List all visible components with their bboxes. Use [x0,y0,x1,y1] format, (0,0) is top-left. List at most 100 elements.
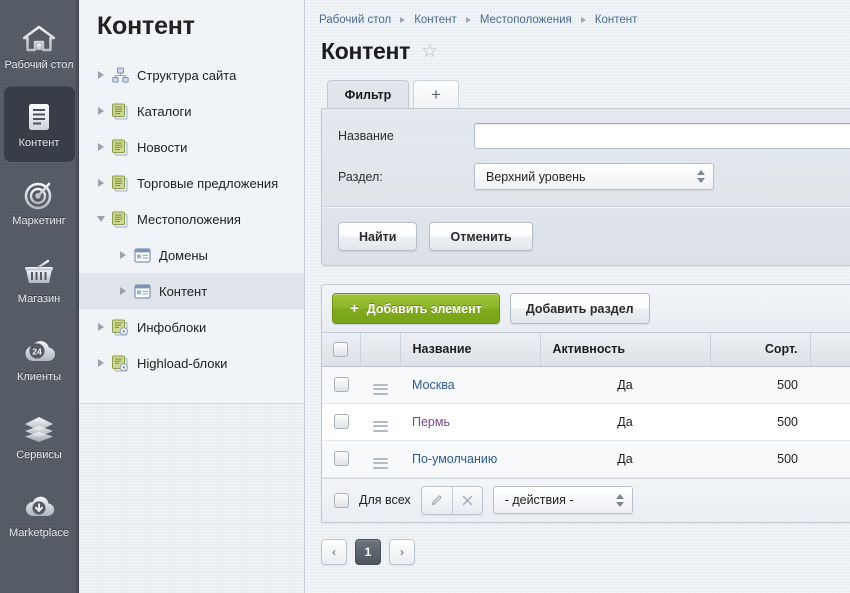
iblock-icon [109,103,131,120]
select-all-header[interactable] [322,333,360,366]
group-actions-value: - действия - [505,493,574,507]
breadcrumb-separator-icon [581,17,586,23]
chevron-right-icon[interactable] [93,143,109,151]
chevron-right-icon[interactable] [115,251,131,259]
page-title: Контент [321,38,410,65]
tree-item-label: Каталоги [137,104,192,119]
breadcrumb-item[interactable]: Контент [595,14,638,26]
rail-item-shop[interactable]: Магазин [4,242,75,318]
select-all-label: Для всех [359,493,411,507]
pagination-page-1[interactable]: 1 [355,539,381,565]
chevron-right-icon[interactable] [115,287,131,295]
drag-handle-icon[interactable] [373,458,388,469]
filter-panel: Фильтр + Название Раздел: Верхний уровен… [321,78,850,266]
tab-filter[interactable]: Фильтр [327,80,409,108]
tree-item-offers[interactable]: Торговые предложения [79,165,304,201]
row-sort-cell: 500 [710,440,810,477]
sitemap-icon [109,67,131,83]
rail-item-label: Магазин [18,293,60,305]
rail-item-content[interactable]: Контент [4,86,75,162]
column-header-active[interactable]: Активность [540,333,710,366]
group-actions-select[interactable]: - действия - [493,486,633,514]
chevron-down-icon[interactable] [93,216,109,222]
row-checkbox[interactable] [334,377,349,392]
row-drag-cell[interactable] [360,366,400,403]
section-select[interactable]: Верхний уровень [474,163,714,190]
tree-item-infoblocks[interactable]: Инфоблоки [79,309,304,345]
main-content: Рабочий стол Контент Местоположения Конт… [305,0,850,593]
chevron-right-icon[interactable] [93,107,109,115]
grid-table: Название Активность Сорт. Москва Да [322,333,850,478]
breadcrumb-item[interactable]: Рабочий стол [319,14,391,26]
pencil-icon[interactable] [422,487,452,514]
tree-item-site-structure[interactable]: Структура сайта [79,57,304,93]
column-header-name[interactable]: Название [400,333,540,366]
add-element-label: Добавить элемент [367,302,482,316]
tree-item-news[interactable]: Новости [79,129,304,165]
tree-item-locations[interactable]: Местоположения [79,201,304,237]
tree-item-content[interactable]: Контент [79,273,304,309]
row-checkbox-cell[interactable] [322,440,360,477]
add-section-button[interactable]: Добавить раздел [510,293,650,324]
add-element-button[interactable]: + Добавить элемент [332,293,500,324]
chevron-right-icon[interactable] [93,359,109,367]
row-checkbox-cell[interactable] [322,403,360,440]
tree-item-domains[interactable]: Домены [79,237,304,273]
chevron-updown-icon [616,494,624,507]
table-row[interactable]: Москва Да 500 [322,366,850,403]
cross-icon[interactable] [452,487,482,514]
star-icon[interactable]: ☆ [421,42,438,61]
drag-handle-icon[interactable] [373,384,388,395]
column-header-extra [810,333,850,366]
search-button[interactable]: Найти [338,222,417,251]
pagination-prev-button[interactable]: ‹ [321,539,347,565]
chevron-right-icon[interactable] [93,71,109,79]
name-input[interactable] [474,123,850,149]
row-name-link[interactable]: Москва [412,378,455,392]
group-action-buttons [421,486,483,515]
rail-item-marketplace[interactable]: Marketplace [4,476,75,552]
filter-field-section: Раздел: Верхний уровень [322,163,850,204]
iblock-icon [109,211,131,228]
select-all-rows-checkbox[interactable] [334,493,349,508]
cloud-download-icon [21,490,57,524]
rail-item-desktop[interactable]: Рабочий стол [4,8,75,84]
tree-item-label: Торговые предложения [137,176,278,191]
column-header-sort[interactable]: Сорт. [710,333,810,366]
breadcrumb-item[interactable]: Контент [414,14,457,26]
row-drag-cell[interactable] [360,403,400,440]
pagination: ‹ 1 › На странице: 20 [321,537,850,567]
list-icon [131,284,153,299]
row-drag-cell[interactable] [360,440,400,477]
chevron-right-icon[interactable] [93,323,109,331]
rail-item-marketing[interactable]: Маркетинг [4,164,75,240]
add-section-label: Добавить раздел [526,302,634,316]
rail-item-services[interactable]: Сервисы [4,398,75,474]
drag-handle-icon[interactable] [373,421,388,432]
pagination-next-button[interactable]: › [389,539,415,565]
filter-actions: Найти Отменить [322,208,850,265]
table-row[interactable]: По-умолчанию Да 500 [322,440,850,477]
document-icon [21,100,57,134]
tab-add-filter[interactable]: + [413,80,459,108]
select-all-checkbox[interactable] [333,342,348,357]
row-name-link[interactable]: По-умолчанию [412,452,497,466]
row-checkbox[interactable] [334,451,349,466]
main-nav-rail: Рабочий стол Контент [0,0,79,593]
breadcrumb: Рабочий стол Контент Местоположения Конт… [305,0,850,30]
cancel-button[interactable]: Отменить [429,222,532,251]
tree-item-label: Новости [137,140,187,155]
row-name-link[interactable]: Пермь [412,415,450,429]
row-checkbox-cell[interactable] [322,366,360,403]
tree-item-label: Инфоблоки [137,320,206,335]
tree-item-catalogs[interactable]: Каталоги [79,93,304,129]
cancel-button-label: Отменить [450,230,511,244]
tree-item-highload-blocks[interactable]: Highload-блоки [79,345,304,381]
breadcrumb-item[interactable]: Местоположения [480,14,572,26]
rail-item-clients[interactable]: 24 Клиенты [4,320,75,396]
table-row[interactable]: Пермь Да 500 [322,403,850,440]
row-checkbox[interactable] [334,414,349,429]
filter-field-label: Название [338,129,474,143]
chevron-right-icon[interactable] [93,179,109,187]
breadcrumb-separator-icon [466,17,471,23]
